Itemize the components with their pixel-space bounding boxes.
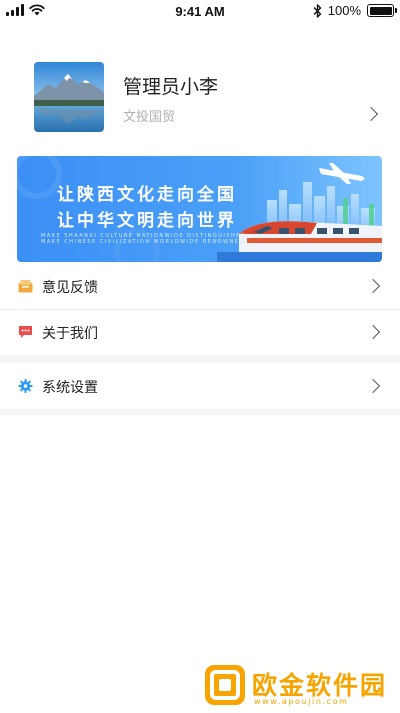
battery-icon — [367, 4, 397, 17]
menu-label-about: 关于我们 — [42, 326, 98, 342]
feedback-icon — [18, 280, 33, 293]
watermark-logo-icon — [205, 665, 245, 705]
battery-level — [369, 6, 392, 15]
section-gap — [0, 355, 400, 363]
menu-label-settings: 系统设置 — [42, 380, 98, 396]
profile-card[interactable]: 管理员小李 文投国贸 — [0, 52, 400, 142]
menu-item-feedback[interactable]: 意见反馈 — [0, 263, 400, 309]
bluetooth-icon — [313, 3, 321, 18]
message-icon — [19, 326, 32, 338]
profile-organization: 文投国贸 — [123, 110, 176, 125]
section-gap — [0, 409, 400, 415]
menu-item-about[interactable]: 关于我们 — [0, 309, 400, 355]
banner-headline-1: 让陕西文化走向全国 — [57, 185, 237, 205]
battery-percent: 100% — [327, 3, 361, 18]
chevron-right-icon — [363, 106, 379, 122]
promo-banner[interactable]: 让陕西文化走向全国 让中华文明走向世界 MAKE SHAANXI CULTURE… — [17, 156, 382, 262]
menu-label-feedback: 意见反馈 — [42, 280, 98, 296]
avatar — [34, 62, 104, 132]
avatar-image — [34, 62, 104, 132]
chevron-right-icon — [365, 278, 381, 294]
gear-icon — [18, 379, 33, 393]
banner-headline-2: 让中华文明走向世界 — [57, 211, 237, 231]
status-bar: 9:41 AM 100% — [0, 0, 400, 22]
chevron-right-icon — [365, 324, 381, 340]
banner-subtitle-2: MAKE CHINESE CIVILIZATION WORLDWIDE RENO… — [41, 239, 245, 245]
watermark: 欧金软件园 www.apoujin.com — [200, 660, 400, 713]
menu-item-settings[interactable]: 系统设置 — [0, 363, 400, 409]
status-right: 100% — [313, 3, 397, 18]
chevron-right-icon — [365, 378, 381, 394]
profile-name: 管理员小李 — [123, 76, 219, 98]
watermark-url: www.apoujin.com — [254, 697, 349, 706]
